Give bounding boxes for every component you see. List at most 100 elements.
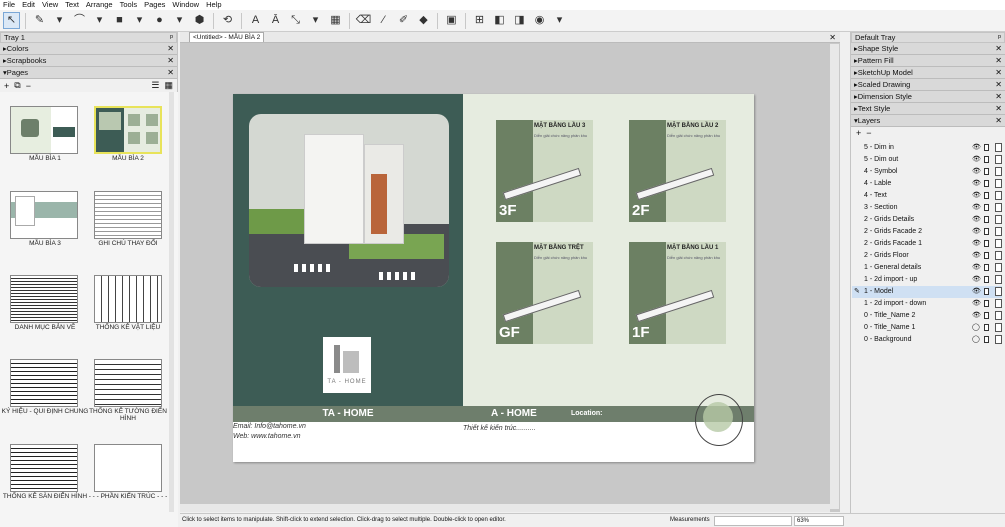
lock-icon[interactable] <box>984 288 989 295</box>
horizontal-scrollbar[interactable] <box>180 504 830 512</box>
close-icon[interactable]: ✕ <box>995 56 1002 65</box>
circle-tool-icon[interactable]: ● <box>151 12 168 29</box>
eye-icon[interactable]: 👁 <box>972 142 981 154</box>
page-icon[interactable] <box>995 311 1002 320</box>
grid-view-icon[interactable]: ▦ <box>164 80 173 91</box>
lock-icon[interactable] <box>984 276 989 283</box>
eye-icon[interactable]: 👁 <box>972 214 981 226</box>
page-thumbnail[interactable] <box>10 359 78 407</box>
floor-plan-card[interactable]: MẶT BẰNG LẦU 1 Diễn giải chức năng phân … <box>629 242 726 344</box>
page-icon[interactable] <box>995 143 1002 152</box>
menu-item-view[interactable]: View <box>42 0 58 10</box>
arc-tool-icon[interactable]: ⌒ <box>71 12 88 29</box>
eye-icon[interactable]: 👁 <box>972 202 981 214</box>
page-thumbnail-selected[interactable] <box>94 106 162 154</box>
page-icon[interactable] <box>995 251 1002 260</box>
eye-icon[interactable]: 👁 <box>972 286 981 298</box>
page-icon[interactable] <box>995 167 1002 176</box>
layer-row[interactable]: 5 - Dim out 👁 <box>852 154 1002 166</box>
page-thumbnail[interactable] <box>94 191 162 239</box>
dropdown-arrow-icon[interactable]: ▾ <box>171 12 188 29</box>
dropdown-arrow-icon[interactable]: ▾ <box>91 12 108 29</box>
tray-section-layers[interactable]: ▾ Layers ✕ <box>851 115 1005 127</box>
split-tool-icon[interactable]: ◆ <box>415 12 432 29</box>
eye-icon[interactable]: 👁 <box>972 154 981 166</box>
pin-icon[interactable]: ᵖ <box>170 33 173 43</box>
floor-plan-card[interactable]: MẶT BẰNG LẦU 3 Diễn giải chức năng phân … <box>496 120 593 222</box>
eye-icon[interactable]: 👁 <box>972 274 981 286</box>
remove-page-icon[interactable]: − <box>26 81 31 91</box>
layer-row[interactable]: 5 - Dim in 👁 <box>852 142 1002 154</box>
measurements-input[interactable] <box>714 516 792 526</box>
layer-row[interactable]: 3 - Section 👁 <box>852 202 1002 214</box>
layout-sheet[interactable]: TA - HOME MẶT BẰNG LẦU 3 Diễn giải chức … <box>233 94 754 462</box>
pin-icon[interactable]: ᵖ <box>998 33 1001 43</box>
lock-icon[interactable] <box>984 300 989 307</box>
tray-section-pattern-fill[interactable]: ▸ Pattern Fill ✕ <box>851 55 1005 67</box>
tray-section-pages[interactable]: ▾ Pages ✕ <box>0 67 177 79</box>
eraser-tool-icon[interactable]: ⌫ <box>355 12 372 29</box>
page-icon[interactable] <box>995 179 1002 188</box>
page-icon[interactable] <box>995 215 1002 224</box>
add-page-icon[interactable]: + <box>4 81 9 91</box>
offset-tool-icon[interactable]: ⟲ <box>219 12 236 29</box>
page-icon[interactable] <box>995 275 1002 284</box>
menu-item-arrange[interactable]: Arrange <box>86 0 113 10</box>
layer-row[interactable]: 4 - Lable 👁 <box>852 178 1002 190</box>
lock-icon[interactable] <box>984 156 989 163</box>
tray-section-colors[interactable]: ▸ Colors ✕ <box>0 43 177 55</box>
lock-icon[interactable] <box>984 312 989 319</box>
page-icon[interactable] <box>995 287 1002 296</box>
close-icon[interactable]: ✕ <box>995 104 1002 113</box>
close-icon[interactable]: ✕ <box>995 116 1002 125</box>
dropdown-arrow-icon[interactable]: ▾ <box>307 12 324 29</box>
eye-icon[interactable]: 👁 <box>972 298 981 310</box>
lock-icon[interactable] <box>984 144 989 151</box>
menu-item-help[interactable]: Help <box>206 0 221 10</box>
eye-icon[interactable]: 👁 <box>972 238 981 250</box>
zoom-select[interactable]: 63% <box>794 516 844 526</box>
scrollbar[interactable] <box>169 92 174 512</box>
menu-item-window[interactable]: Window <box>172 0 199 10</box>
pencil-tool-icon[interactable]: ✎ <box>31 12 48 29</box>
lock-icon[interactable] <box>984 252 989 259</box>
menu-item-edit[interactable]: Edit <box>22 0 35 10</box>
page-icon[interactable] <box>995 203 1002 212</box>
tray-section-text-style[interactable]: ▸ Text Style ✕ <box>851 103 1005 115</box>
eye-icon[interactable]: 👁 <box>972 226 981 238</box>
eye-icon[interactable]: 👁 <box>972 250 981 262</box>
tray-section-scaled-drawing[interactable]: ▸ Scaled Drawing ✕ <box>851 79 1005 91</box>
add-page-icon[interactable]: ⊞ <box>471 12 488 29</box>
close-icon[interactable]: ✕ <box>995 80 1002 89</box>
floor-plan-card[interactable]: MẶT BẰNG LẦU 2 Diễn giải chức năng phân … <box>629 120 726 222</box>
close-icon[interactable]: ✕ <box>167 56 174 65</box>
layer-row[interactable]: 1 - 2d import - up 👁 <box>852 274 1002 286</box>
vertical-scrollbar[interactable] <box>830 44 839 509</box>
page-thumbnail[interactable] <box>94 359 162 407</box>
lock-icon[interactable] <box>984 216 989 223</box>
menu-item-file[interactable]: File <box>3 0 15 10</box>
lock-icon[interactable] <box>984 240 989 247</box>
page-thumbnail[interactable] <box>10 191 78 239</box>
duplicate-page-icon[interactable]: ⧉ <box>14 80 20 91</box>
next-page-icon[interactable]: ◨ <box>511 12 528 29</box>
page-thumbnail[interactable] <box>10 106 78 154</box>
previous-page-icon[interactable]: ◧ <box>491 12 508 29</box>
tray-section-sketchup-model[interactable]: ▸ SketchUp Model ✕ <box>851 67 1005 79</box>
remove-layer-icon[interactable]: − <box>866 128 871 138</box>
page-thumbnail[interactable] <box>94 444 162 492</box>
page-icon[interactable] <box>995 335 1002 344</box>
layer-row[interactable]: 4 - Text 👁 <box>852 190 1002 202</box>
dropdown-arrow-icon[interactable]: ▾ <box>51 12 68 29</box>
user-icon[interactable]: ◉ <box>531 12 548 29</box>
text-tool-icon[interactable]: A <box>247 12 264 29</box>
style-tool-icon[interactable]: ⁄ <box>375 12 392 29</box>
polygon-tool-icon[interactable]: ⬢ <box>191 12 208 29</box>
menu-item-tools[interactable]: Tools <box>120 0 138 10</box>
eye-icon[interactable]: 👁 <box>972 310 981 322</box>
lock-icon[interactable] <box>984 336 989 343</box>
document-tab[interactable]: <Untitled> - MẪU BÌA 2 <box>189 32 265 42</box>
lock-icon[interactable] <box>984 180 989 187</box>
layer-row[interactable]: 4 - Symbol 👁 <box>852 166 1002 178</box>
close-icon[interactable]: ✕ <box>995 68 1002 77</box>
